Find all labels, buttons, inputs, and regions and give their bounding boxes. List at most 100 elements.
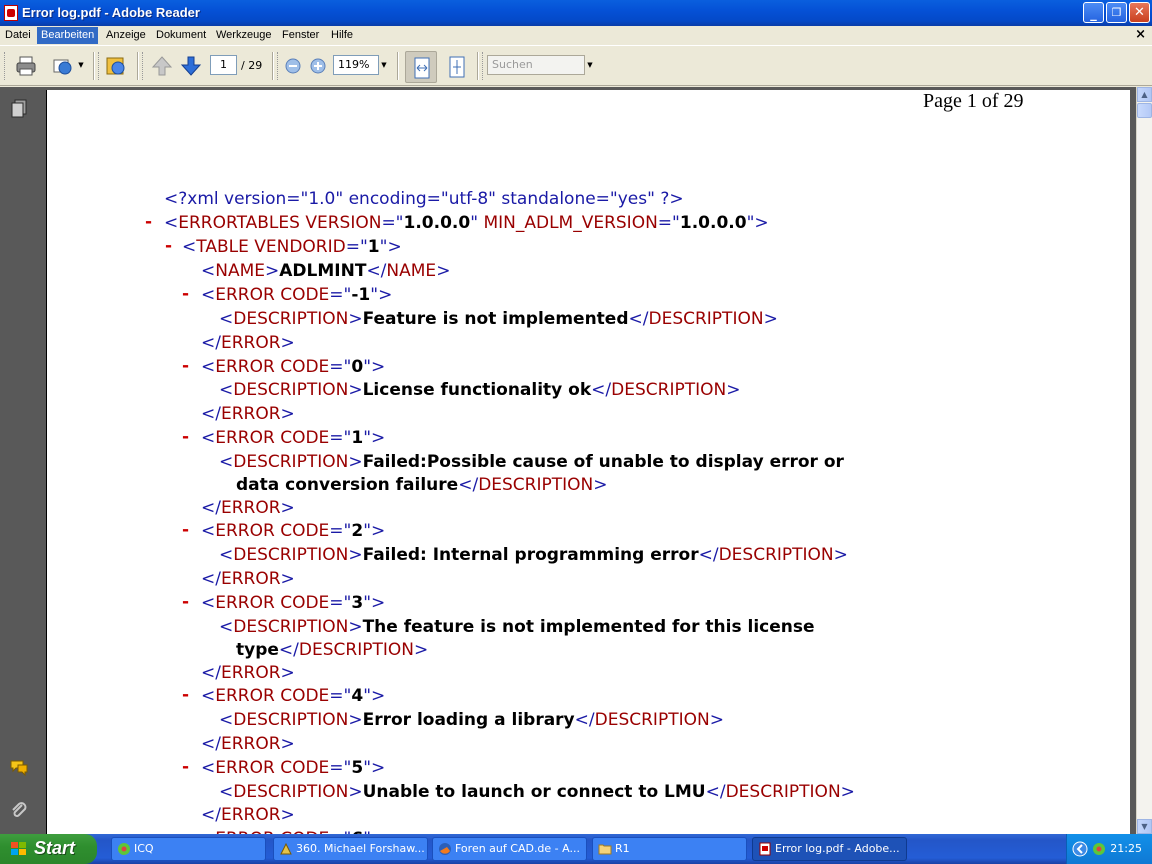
description-element: <DESCRIPTION>Failed:Possible cause of un…	[219, 452, 844, 472]
title-bar: Error log.pdf - Adobe Reader _ ❐ ✕	[0, 0, 1152, 26]
page-number-input[interactable]: 1	[210, 55, 237, 75]
collapse-toggle[interactable]: -	[182, 757, 189, 777]
chevron-down-icon[interactable]: ▼	[585, 55, 595, 75]
error-close-tag: </ERROR>	[201, 569, 295, 589]
scroll-thumb[interactable]	[1137, 103, 1152, 118]
scroll-down-button[interactable]: ▼	[1137, 819, 1152, 834]
menu-dokument[interactable]: Dokument	[152, 27, 210, 44]
description-continuation: data conversion failure</DESCRIPTION>	[236, 475, 608, 495]
navigation-panel	[0, 87, 38, 834]
description-element: <DESCRIPTION>Failed: Internal programmin…	[219, 545, 848, 565]
menu-anzeige[interactable]: Anzeige	[102, 27, 150, 44]
toolbar-grip[interactable]	[4, 52, 7, 80]
window-title: Error log.pdf - Adobe Reader	[22, 5, 200, 20]
collapse-toggle[interactable]: -	[182, 685, 189, 705]
taskbar-item-adobe-reader[interactable]: Error log.pdf - Adobe...	[752, 837, 907, 861]
fit-width-button[interactable]	[405, 51, 437, 83]
chevron-down-icon[interactable]: ▼	[379, 55, 389, 75]
chevron-down-icon[interactable]: ▼	[76, 55, 86, 75]
system-tray: 21:25	[1066, 834, 1152, 864]
search-input[interactable]: Suchen	[487, 55, 585, 75]
menu-hilfe[interactable]: Hilfe	[327, 27, 357, 44]
fit-width-icon	[414, 57, 430, 79]
collapse-toggle[interactable]: -	[165, 236, 172, 256]
previous-page-icon[interactable]	[150, 54, 174, 78]
collapse-toggle[interactable]: -	[182, 592, 189, 612]
taskbar-item-label: Foren auf CAD.de - A...	[455, 842, 580, 855]
vertical-scrollbar[interactable]: ▲ ▼	[1136, 87, 1152, 834]
description-element: <DESCRIPTION>Unable to launch or connect…	[219, 782, 855, 802]
toolbar-grip[interactable]	[142, 52, 145, 80]
zoom-input[interactable]: 119%	[333, 55, 379, 75]
taskbar: Start ICQ 360. Michael Forshaw... Foren …	[0, 834, 1152, 864]
start-button[interactable]: Start	[0, 834, 97, 864]
toolbar-grip[interactable]	[98, 52, 101, 80]
error-close-tag: </ERROR>	[201, 734, 295, 754]
icq-tray-icon[interactable]	[1091, 841, 1107, 857]
print-icon[interactable]	[14, 54, 38, 78]
pdf-app-icon	[4, 5, 18, 21]
pdf-page[interactable]: Page 1 of 29 <?xml version="1.0" encodin…	[46, 90, 1130, 834]
description-element: <DESCRIPTION>License functionality ok</D…	[219, 380, 741, 400]
windows-flag-icon	[11, 842, 26, 855]
menu-bearbeiten[interactable]: Bearbeiten	[37, 27, 99, 44]
organizer-icon[interactable]	[104, 54, 128, 78]
description-continuation: type</DESCRIPTION>	[236, 640, 429, 660]
description-element: <DESCRIPTION>Error loading a library</DE…	[219, 710, 724, 730]
maximize-button[interactable]: ❐	[1106, 2, 1127, 23]
next-page-icon[interactable]	[179, 54, 203, 78]
error-open-tag: <ERROR CODE="-1">	[201, 285, 393, 305]
toolbar-grip[interactable]	[482, 52, 485, 80]
comments-icon[interactable]	[9, 757, 29, 777]
taskbar-item-forum-thread[interactable]: 360. Michael Forshaw...	[273, 837, 428, 861]
document-close-icon[interactable]: ×	[1135, 27, 1146, 42]
collapse-toggle[interactable]: -	[182, 427, 189, 447]
collapse-toggle[interactable]: -	[182, 520, 189, 540]
collapse-toggle[interactable]: -	[182, 356, 189, 376]
menu-fenster[interactable]: Fenster	[278, 27, 323, 44]
taskbar-item-label: Error log.pdf - Adobe...	[775, 842, 900, 855]
taskbar-item-icq[interactable]: ICQ	[111, 837, 266, 861]
taskbar-item-firefox[interactable]: Foren auf CAD.de - A...	[432, 837, 587, 861]
email-icon[interactable]	[50, 54, 74, 78]
error-open-tag: <ERROR CODE="5">	[201, 758, 386, 778]
document-viewer[interactable]: Page 1 of 29 <?xml version="1.0" encodin…	[38, 87, 1136, 834]
error-close-tag: </ERROR>	[201, 805, 295, 825]
toolbar-separator	[397, 52, 399, 80]
collapse-toggle[interactable]: -	[145, 212, 152, 232]
folder-icon	[598, 844, 612, 855]
menu-datei[interactable]: Datei	[1, 27, 35, 44]
toolbar-separator	[137, 52, 139, 80]
scroll-up-button[interactable]: ▲	[1137, 87, 1152, 102]
taskbar-item-label: 360. Michael Forshaw...	[296, 842, 425, 855]
show-hidden-icons-icon[interactable]	[1072, 841, 1088, 857]
toolbar-grip[interactable]	[277, 52, 280, 80]
zoom-in-icon[interactable]	[306, 54, 330, 78]
attachment-icon[interactable]	[9, 800, 29, 820]
icq-flower-icon	[118, 843, 130, 855]
zoom-out-icon[interactable]	[281, 54, 305, 78]
minimize-button[interactable]: _	[1083, 2, 1104, 23]
xml-declaration: <?xml version="1.0" encoding="utf-8" sta…	[164, 189, 684, 209]
error-open-tag: <ERROR CODE="4">	[201, 686, 386, 706]
error-close-tag: </ERROR>	[201, 663, 295, 683]
collapse-toggle[interactable]: -	[182, 284, 189, 304]
restore-icon: ❐	[1111, 6, 1122, 19]
menu-werkzeuge[interactable]: Werkzeuge	[212, 27, 275, 44]
error-close-tag: </ERROR>	[201, 498, 295, 518]
toolbar-separator	[272, 52, 274, 80]
clock: 21:25	[1110, 842, 1142, 855]
close-button[interactable]: ✕	[1129, 2, 1150, 23]
pages-icon[interactable]	[9, 98, 29, 118]
taskbar-item-folder[interactable]: R1	[592, 837, 747, 861]
error-open-tag: <ERROR CODE="1">	[201, 428, 386, 448]
error-close-tag: </ERROR>	[201, 404, 295, 424]
page-header: Page 1 of 29	[923, 90, 1024, 112]
close-icon: ✕	[1134, 5, 1145, 20]
start-label: Start	[34, 838, 76, 858]
minimize-icon: _	[1090, 7, 1097, 22]
error-open-tag: <ERROR CODE="0">	[201, 357, 386, 377]
fit-page-button[interactable]	[441, 51, 473, 83]
toolbar: ▼ 1 / 29 119% ▼ Suchen ▼	[0, 45, 1152, 86]
error-open-tag: <ERROR CODE="2">	[201, 521, 386, 541]
